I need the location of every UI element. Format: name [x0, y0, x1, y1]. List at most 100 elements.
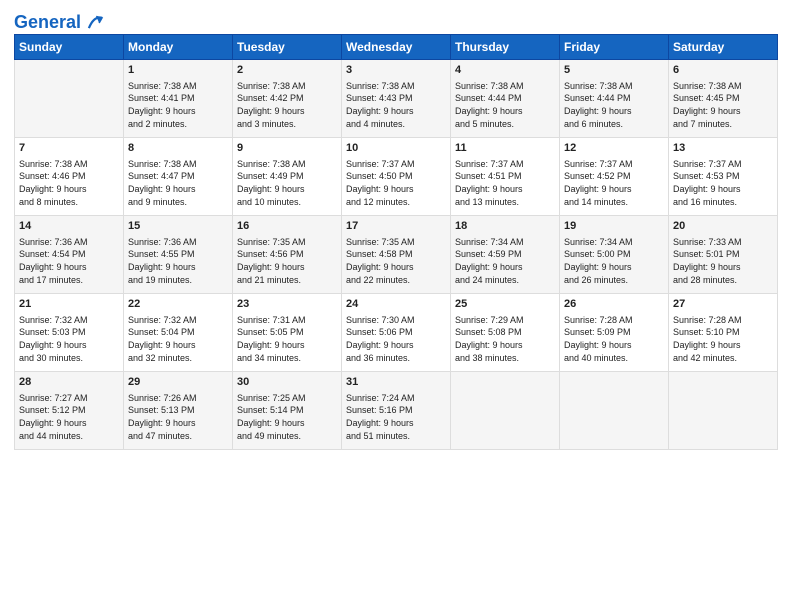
day-number: 7 — [19, 141, 119, 156]
calendar-cell: 24Sunrise: 7:30 AM Sunset: 5:06 PM Dayli… — [342, 294, 451, 372]
calendar-cell: 6 Sunrise: 7:38 AM Sunset: 4:45 PM Daylig… — [669, 60, 778, 138]
logo-icon — [83, 12, 105, 34]
day-number: 22 — [128, 297, 228, 312]
day-number: 31 — [346, 375, 446, 390]
day-number: 23 — [237, 297, 337, 312]
calendar-cell: 11 Sunrise: 7:37 AM Sunset: 4:51 PM Dayli… — [451, 138, 560, 216]
day-content: Sunrise: 7:37 AM Sunset: 4:52 PM Dayligh… — [564, 158, 664, 208]
calendar-cell: 19 Sunrise: 7:34 AM Sunset: 5:00 PM Dayli… — [560, 216, 669, 294]
week-row-1: 1 Sunrise: 7:38 AM Sunset: 4:41 PM Daylig… — [15, 60, 778, 138]
calendar-page: General SundayMondayTuesdayWednesdayThur… — [0, 0, 792, 612]
calendar-cell: 25Sunrise: 7:29 AM Sunset: 5:08 PM Dayli… — [451, 294, 560, 372]
calendar-header-row: SundayMondayTuesdayWednesdayThursdayFrid… — [15, 35, 778, 60]
calendar-cell: 15 Sunrise: 7:36 AM Sunset: 4:55 PM Dayli… — [124, 216, 233, 294]
calendar-cell: 27 Sunrise: 7:28 AM Sunset: 5:10 PM Dayli… — [669, 294, 778, 372]
day-number: 6 — [673, 63, 773, 78]
calendar-cell: 12 Sunrise: 7:37 AM Sunset: 4:52 PM Dayli… — [560, 138, 669, 216]
day-content: Sunrise: 7:32 AM Sunset: 5:04 PM Dayligh… — [128, 314, 228, 364]
header-day-wednesday: Wednesday — [342, 35, 451, 60]
header-day-tuesday: Tuesday — [233, 35, 342, 60]
day-number: 15 — [128, 219, 228, 234]
calendar-cell: 18 Sunrise: 7:34 AM Sunset: 4:59 PM Dayli… — [451, 216, 560, 294]
day-content: Sunrise: 7:38 AM Sunset: 4:43 PM Dayligh… — [346, 80, 446, 130]
logo: General — [14, 12, 105, 30]
calendar-cell: 23Sunrise: 7:31 AM Sunset: 5:05 PM Dayli… — [233, 294, 342, 372]
day-number: 4 — [455, 63, 555, 78]
calendar-cell: 29 Sunrise: 7:26 AM Sunset: 5:13 PM Dayli… — [124, 372, 233, 450]
logo-text: General — [14, 13, 81, 33]
calendar-cell: 17 Sunrise: 7:35 AM Sunset: 4:58 PM Dayli… — [342, 216, 451, 294]
day-content: Sunrise: 7:38 AM Sunset: 4:42 PM Dayligh… — [237, 80, 337, 130]
day-number: 13 — [673, 141, 773, 156]
calendar-cell: 21 Sunrise: 7:32 AM Sunset: 5:03 PM Dayli… — [15, 294, 124, 372]
day-content: Sunrise: 7:38 AM Sunset: 4:49 PM Dayligh… — [237, 158, 337, 208]
day-content: Sunrise: 7:38 AM Sunset: 4:47 PM Dayligh… — [128, 158, 228, 208]
day-number: 12 — [564, 141, 664, 156]
day-content: Sunrise: 7:28 AM Sunset: 5:10 PM Dayligh… — [673, 314, 773, 364]
day-number: 29 — [128, 375, 228, 390]
day-content: Sunrise: 7:38 AM Sunset: 4:44 PM Dayligh… — [564, 80, 664, 130]
day-content: Sunrise: 7:37 AM Sunset: 4:51 PM Dayligh… — [455, 158, 555, 208]
day-content: Sunrise: 7:36 AM Sunset: 4:54 PM Dayligh… — [19, 236, 119, 286]
day-number: 19 — [564, 219, 664, 234]
day-content: Sunrise: 7:36 AM Sunset: 4:55 PM Dayligh… — [128, 236, 228, 286]
calendar-table: SundayMondayTuesdayWednesdayThursdayFrid… — [14, 34, 778, 450]
day-content: Sunrise: 7:38 AM Sunset: 4:41 PM Dayligh… — [128, 80, 228, 130]
day-number: 8 — [128, 141, 228, 156]
day-number: 2 — [237, 63, 337, 78]
week-row-5: 28Sunrise: 7:27 AM Sunset: 5:12 PM Dayli… — [15, 372, 778, 450]
day-content: Sunrise: 7:35 AM Sunset: 4:58 PM Dayligh… — [346, 236, 446, 286]
calendar-cell: 1 Sunrise: 7:38 AM Sunset: 4:41 PM Daylig… — [124, 60, 233, 138]
day-number: 20 — [673, 219, 773, 234]
calendar-cell — [451, 372, 560, 450]
calendar-cell: 31Sunrise: 7:24 AM Sunset: 5:16 PM Dayli… — [342, 372, 451, 450]
day-number: 14 — [19, 219, 119, 234]
day-number: 3 — [346, 63, 446, 78]
calendar-cell: 20 Sunrise: 7:33 AM Sunset: 5:01 PM Dayli… — [669, 216, 778, 294]
day-content: Sunrise: 7:34 AM Sunset: 5:00 PM Dayligh… — [564, 236, 664, 286]
day-content: Sunrise: 7:35 AM Sunset: 4:56 PM Dayligh… — [237, 236, 337, 286]
calendar-cell — [669, 372, 778, 450]
day-content: Sunrise: 7:37 AM Sunset: 4:50 PM Dayligh… — [346, 158, 446, 208]
day-content: Sunrise: 7:28 AM Sunset: 5:09 PM Dayligh… — [564, 314, 664, 364]
day-content: Sunrise: 7:38 AM Sunset: 4:44 PM Dayligh… — [455, 80, 555, 130]
day-content: Sunrise: 7:38 AM Sunset: 4:45 PM Dayligh… — [673, 80, 773, 130]
week-row-2: 7 Sunrise: 7:38 AM Sunset: 4:46 PM Daylig… — [15, 138, 778, 216]
day-number: 10 — [346, 141, 446, 156]
day-content: Sunrise: 7:37 AM Sunset: 4:53 PM Dayligh… — [673, 158, 773, 208]
day-number: 24 — [346, 297, 446, 312]
day-number: 21 — [19, 297, 119, 312]
day-content: Sunrise: 7:34 AM Sunset: 4:59 PM Dayligh… — [455, 236, 555, 286]
day-content: Sunrise: 7:27 AM Sunset: 5:12 PM Dayligh… — [19, 392, 119, 442]
calendar-cell: 26 Sunrise: 7:28 AM Sunset: 5:09 PM Dayli… — [560, 294, 669, 372]
day-number: 27 — [673, 297, 773, 312]
header-day-monday: Monday — [124, 35, 233, 60]
calendar-cell: 8 Sunrise: 7:38 AM Sunset: 4:47 PM Daylig… — [124, 138, 233, 216]
day-number: 17 — [346, 219, 446, 234]
day-number: 11 — [455, 141, 555, 156]
day-number: 18 — [455, 219, 555, 234]
week-row-4: 21 Sunrise: 7:32 AM Sunset: 5:03 PM Dayli… — [15, 294, 778, 372]
calendar-cell: 28Sunrise: 7:27 AM Sunset: 5:12 PM Dayli… — [15, 372, 124, 450]
day-content: Sunrise: 7:26 AM Sunset: 5:13 PM Dayligh… — [128, 392, 228, 442]
calendar-cell: 14 Sunrise: 7:36 AM Sunset: 4:54 PM Dayli… — [15, 216, 124, 294]
header-day-thursday: Thursday — [451, 35, 560, 60]
day-number: 1 — [128, 63, 228, 78]
week-row-3: 14 Sunrise: 7:36 AM Sunset: 4:54 PM Dayli… — [15, 216, 778, 294]
day-content: Sunrise: 7:33 AM Sunset: 5:01 PM Dayligh… — [673, 236, 773, 286]
calendar-cell: 13 Sunrise: 7:37 AM Sunset: 4:53 PM Dayli… — [669, 138, 778, 216]
day-number: 26 — [564, 297, 664, 312]
header-day-sunday: Sunday — [15, 35, 124, 60]
calendar-cell: 16Sunrise: 7:35 AM Sunset: 4:56 PM Dayli… — [233, 216, 342, 294]
calendar-cell: 5Sunrise: 7:38 AM Sunset: 4:44 PM Daylig… — [560, 60, 669, 138]
day-content: Sunrise: 7:32 AM Sunset: 5:03 PM Dayligh… — [19, 314, 119, 364]
day-number: 30 — [237, 375, 337, 390]
calendar-cell — [15, 60, 124, 138]
day-number: 9 — [237, 141, 337, 156]
calendar-cell — [560, 372, 669, 450]
day-content: Sunrise: 7:38 AM Sunset: 4:46 PM Dayligh… — [19, 158, 119, 208]
calendar-cell: 3 Sunrise: 7:38 AM Sunset: 4:43 PM Daylig… — [342, 60, 451, 138]
calendar-cell: 10 Sunrise: 7:37 AM Sunset: 4:50 PM Dayli… — [342, 138, 451, 216]
header: General — [14, 10, 778, 30]
calendar-cell: 7 Sunrise: 7:38 AM Sunset: 4:46 PM Daylig… — [15, 138, 124, 216]
